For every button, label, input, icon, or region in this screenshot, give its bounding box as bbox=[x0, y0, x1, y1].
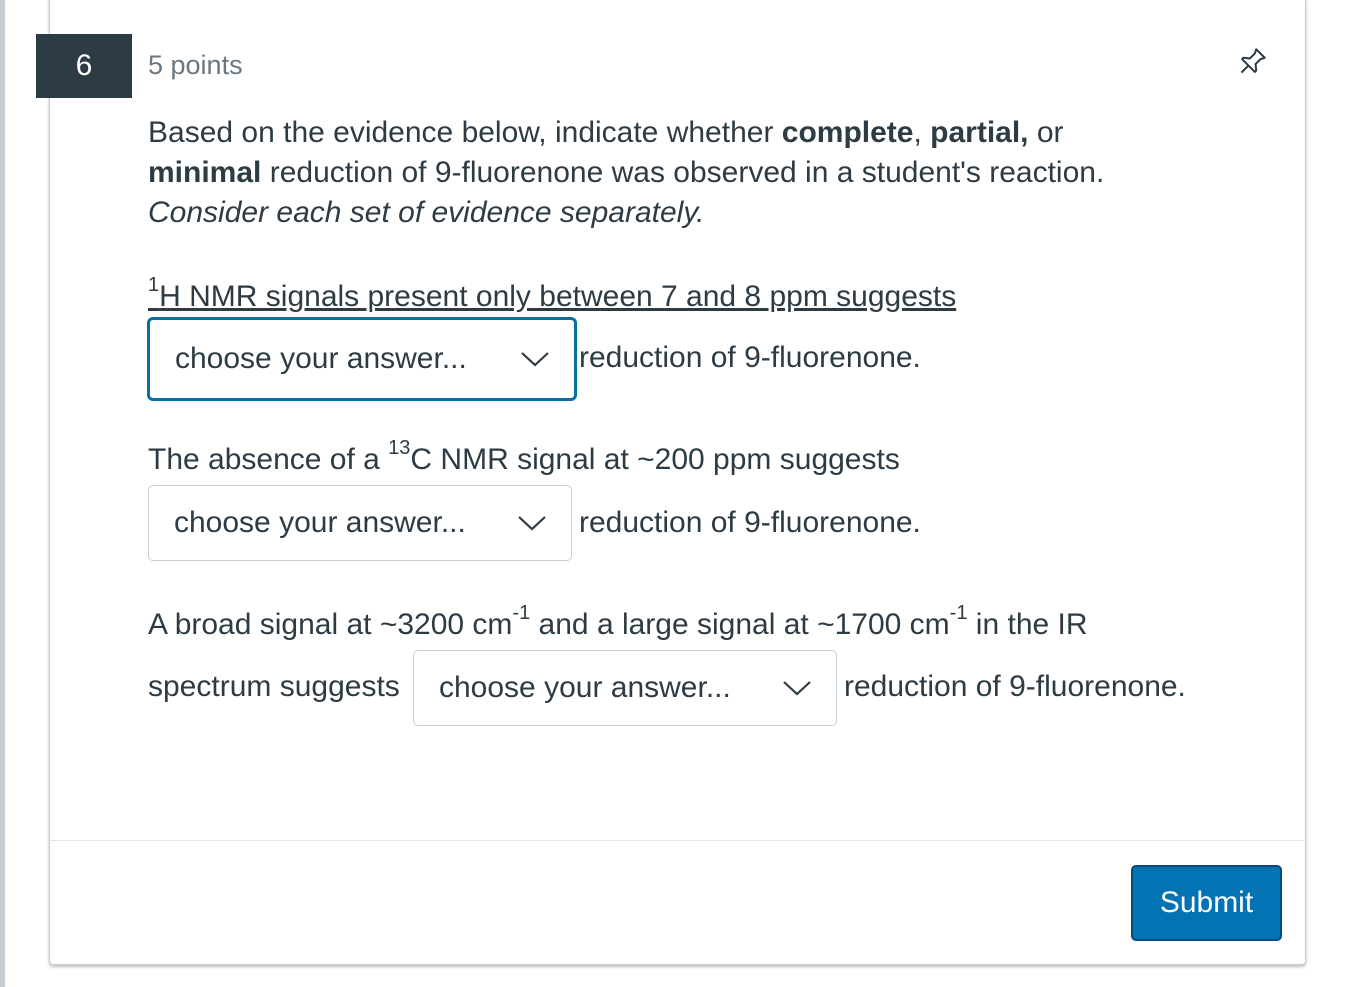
chevron-down-icon bbox=[521, 352, 549, 367]
item3-text-b: and a large signal at ~1700 cm bbox=[530, 608, 950, 641]
submit-button[interactable]: Submit bbox=[1131, 865, 1282, 941]
item3-text-a: A broad signal at ~3200 cm bbox=[148, 608, 513, 641]
prompt-text: Based on the evidence below, indicate wh… bbox=[148, 116, 782, 149]
footer-divider bbox=[50, 840, 1305, 841]
prompt-text: or bbox=[1028, 116, 1064, 149]
item3-superscript-b: -1 bbox=[949, 602, 968, 624]
prompt-bold-minimal: minimal bbox=[148, 156, 262, 189]
item1-statement: 1H NMR signals present only between 7 an… bbox=[148, 275, 957, 314]
question-prompt: Based on the evidence below, indicate wh… bbox=[148, 113, 1108, 233]
prompt-text: , bbox=[913, 116, 931, 149]
item3-statement-line2: spectrum suggests bbox=[148, 670, 400, 703]
item3-statement-line1: A broad signal at ~3200 cm-1 and a large… bbox=[148, 603, 1088, 642]
pin-icon[interactable] bbox=[1234, 44, 1270, 80]
item2-statement: The absence of a 13C NMR signal at ~200 … bbox=[148, 438, 900, 477]
item1-answer-select[interactable]: choose your answer... bbox=[147, 317, 577, 401]
prompt-bold-partial: partial, bbox=[930, 116, 1029, 149]
prompt-italic-note: Consider each set of evidence separately… bbox=[148, 196, 705, 229]
item3-answer-select[interactable]: choose your answer... bbox=[413, 650, 837, 726]
item2-text-pre: The absence of a bbox=[148, 443, 389, 476]
item2-after-text: reduction of 9-fluorenone. bbox=[579, 506, 921, 539]
item1-text: H NMR signals present only between 7 and… bbox=[159, 280, 957, 313]
question-points: 5 points bbox=[148, 50, 243, 80]
left-rail bbox=[0, 0, 5, 987]
chevron-down-icon bbox=[518, 516, 546, 531]
item3-select-value: choose your answer... bbox=[439, 671, 731, 704]
item2-text: C NMR signal at ~200 ppm suggests bbox=[410, 443, 900, 476]
chevron-down-icon bbox=[783, 681, 811, 696]
item1-superscript: 1 bbox=[148, 274, 160, 296]
item3-text-c: in the IR bbox=[967, 608, 1088, 641]
item2-superscript: 13 bbox=[388, 437, 411, 459]
question-number-badge: 6 bbox=[36, 34, 132, 98]
item1-after-text: reduction of 9-fluorenone. bbox=[579, 341, 921, 374]
item2-answer-select[interactable]: choose your answer... bbox=[148, 485, 572, 561]
item3-after-text: reduction of 9-fluorenone. bbox=[844, 670, 1186, 703]
prompt-text: reduction of 9-fluorenone was observed i… bbox=[261, 156, 1105, 189]
item3-superscript-a: -1 bbox=[512, 602, 531, 624]
item2-select-value: choose your answer... bbox=[174, 506, 466, 539]
prompt-bold-complete: complete bbox=[781, 116, 914, 149]
item1-select-value: choose your answer... bbox=[175, 342, 467, 375]
